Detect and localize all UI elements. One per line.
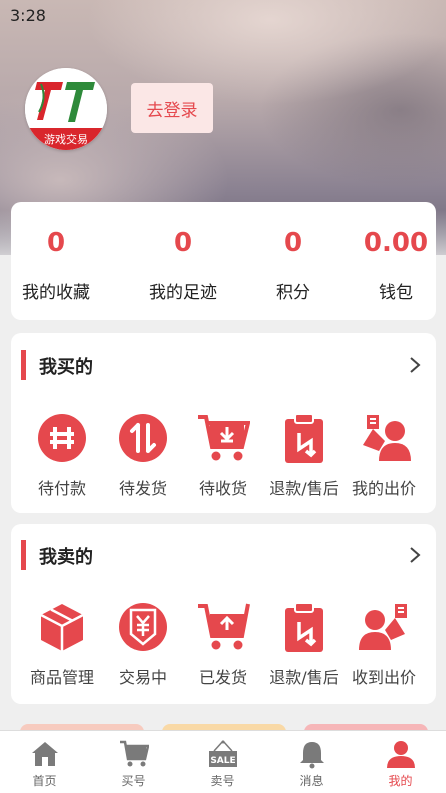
product-management-icon	[40, 604, 84, 651]
logo-text: 游戏交易	[44, 132, 88, 146]
sell-item-product-management[interactable]: 商品管理	[20, 600, 104, 688]
buy-item-label: 待付款	[37, 479, 86, 498]
tab-label: 买号	[121, 774, 146, 788]
buy-item-pending-receipt[interactable]: 待收货	[181, 411, 265, 499]
chevron-right-icon[interactable]	[408, 546, 422, 564]
stat-value: 0.00	[363, 228, 429, 258]
sale-sign-icon: SALE	[209, 740, 237, 767]
buy-item-label: 我的出价	[351, 479, 416, 498]
stat-label: 积分	[276, 283, 310, 303]
buy-item-pending-shipment[interactable]: 待发货	[101, 411, 185, 499]
tab-label: 卖号	[210, 774, 235, 788]
game-trade-logo: 游戏交易	[25, 68, 107, 150]
trading-icon	[119, 603, 167, 651]
sell-item-label: 商品管理	[29, 668, 94, 687]
section-accent-bar	[21, 350, 26, 380]
buy-item-label: 退款/售后	[269, 479, 339, 498]
user-icon	[387, 741, 415, 768]
stat-label: 我的足迹	[149, 283, 217, 303]
login-button[interactable]: 去登录	[131, 83, 213, 133]
my-bids-icon	[363, 415, 411, 461]
status-bar-time: 3:28	[10, 6, 46, 25]
sell-item-label: 收到出价	[351, 668, 416, 687]
avatar[interactable]: 游戏交易	[25, 68, 107, 150]
sell-item-label: 退款/售后	[269, 668, 339, 687]
bottom-tab-bar: 首页 买号 SALE 卖号 消息 我的	[0, 730, 446, 793]
stat-label: 我的收藏	[22, 283, 90, 303]
pending-receipt-icon	[198, 415, 250, 461]
buy-section-title: 我买的	[39, 357, 93, 378]
tab-label: 首页	[32, 774, 57, 788]
tab-home[interactable]: 首页	[0, 731, 89, 793]
stat-value: 0	[46, 228, 66, 258]
pending-shipment-icon	[119, 414, 167, 462]
buy-section-card: 我买的 待付款 待发货 待收货 退款/售后 我的出价	[11, 333, 436, 513]
stat-value: 0	[173, 228, 193, 258]
refund-icon	[285, 602, 323, 652]
sell-item-received-bids[interactable]: 收到出价	[342, 600, 426, 688]
stat-points[interactable]: 0 积分	[240, 202, 346, 320]
tab-sell[interactable]: SALE 卖号	[178, 731, 267, 793]
tab-label: 消息	[299, 774, 324, 788]
sell-item-refund[interactable]: 退款/售后	[262, 600, 346, 688]
home-icon	[32, 742, 58, 766]
sell-item-label: 交易中	[118, 668, 167, 687]
tab-messages[interactable]: 消息	[267, 731, 356, 793]
chevron-right-icon[interactable]	[408, 356, 422, 374]
sell-item-label: 已发货	[198, 668, 247, 687]
sale-badge-text: SALE	[210, 756, 235, 766]
stat-value: 0	[283, 228, 303, 258]
sell-section-card: 我卖的 商品管理 交易中 已发货 退款/售后 收到出价	[11, 524, 436, 704]
tab-buy[interactable]: 买号	[89, 731, 178, 793]
stat-footprints[interactable]: 0 我的足迹	[130, 202, 236, 320]
pending-payment-icon	[38, 414, 86, 462]
buy-item-label: 待发货	[118, 479, 167, 498]
received-bids-icon	[359, 604, 407, 650]
bell-icon	[300, 742, 324, 769]
refund-icon	[285, 413, 323, 463]
cart-icon	[120, 740, 149, 767]
shipped-icon	[198, 603, 250, 650]
buy-item-refund[interactable]: 退款/售后	[262, 411, 346, 499]
sell-item-trading[interactable]: 交易中	[101, 600, 185, 688]
sell-section-title: 我卖的	[39, 547, 93, 568]
stat-label: 钱包	[379, 283, 413, 303]
sell-item-shipped[interactable]: 已发货	[181, 600, 265, 688]
buy-item-label: 待收货	[198, 479, 247, 498]
buy-item-my-bids[interactable]: 我的出价	[342, 411, 426, 499]
stat-wallet[interactable]: 0.00 钱包	[343, 202, 446, 320]
tab-label: 我的	[388, 774, 413, 788]
stat-favorites[interactable]: 0 我的收藏	[3, 202, 109, 320]
stats-card: 0 我的收藏 0 我的足迹 0 积分 0.00 钱包	[11, 202, 436, 320]
buy-item-pending-payment[interactable]: 待付款	[20, 411, 104, 499]
tab-mine[interactable]: 我的	[356, 731, 445, 793]
section-accent-bar	[21, 540, 26, 570]
